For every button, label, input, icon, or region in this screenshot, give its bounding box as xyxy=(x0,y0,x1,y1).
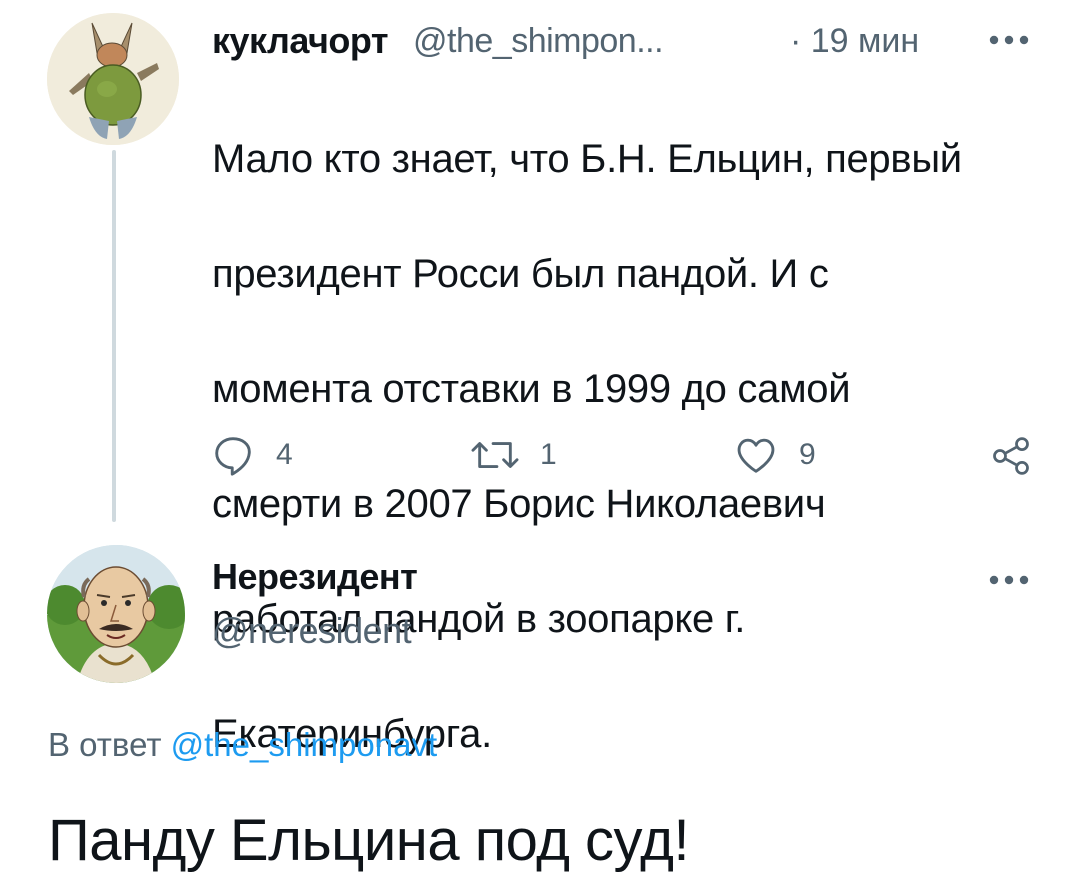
tweet-text: Мало кто знает, что Б.Н. Ельцин, первый … xyxy=(212,73,1052,821)
reply-button[interactable]: 4 xyxy=(210,432,293,478)
reply-icon xyxy=(210,432,256,478)
tweet-text: Панду Ельцина под суд! xyxy=(48,808,690,873)
tweet-text-line: момента отставки в 1999 до самой xyxy=(212,366,851,411)
like-button[interactable]: 9 xyxy=(733,432,816,478)
author-name[interactable]: куклачорт xyxy=(212,20,389,62)
tweet-text-line: смерти в 2007 Борис Николаевич xyxy=(212,481,826,526)
tweet-timestamp[interactable]: · 19 мин xyxy=(790,22,919,61)
more-icon[interactable] xyxy=(986,573,1032,587)
author-handle[interactable]: @the_shimpon... xyxy=(413,22,664,61)
thread-line xyxy=(112,150,116,522)
reply-prefix-text: В ответ xyxy=(48,726,171,763)
retweet-count: 1 xyxy=(540,438,557,471)
share-icon xyxy=(988,434,1034,478)
author-name[interactable]: Нерезидент xyxy=(212,556,418,598)
avatar[interactable] xyxy=(47,545,185,683)
reply-count: 4 xyxy=(276,438,293,471)
author-handle[interactable]: @neresident xyxy=(212,610,412,652)
retweet-icon xyxy=(470,432,520,478)
share-button[interactable] xyxy=(988,434,1034,478)
reply-context: В ответ @the_shimponavt xyxy=(48,726,437,764)
like-count: 9 xyxy=(799,438,816,471)
more-icon[interactable] xyxy=(986,33,1032,47)
reply-mention-link[interactable]: @the_shimponavt xyxy=(171,726,437,763)
like-icon xyxy=(733,432,779,478)
avatar[interactable] xyxy=(47,13,179,145)
tweet-text-line: Мало кто знает, что Б.Н. Ельцин, первый xyxy=(212,136,962,181)
retweet-button[interactable]: 1 xyxy=(470,432,557,478)
tweet-text-line: президент Росси был пандой. И с xyxy=(212,251,829,296)
